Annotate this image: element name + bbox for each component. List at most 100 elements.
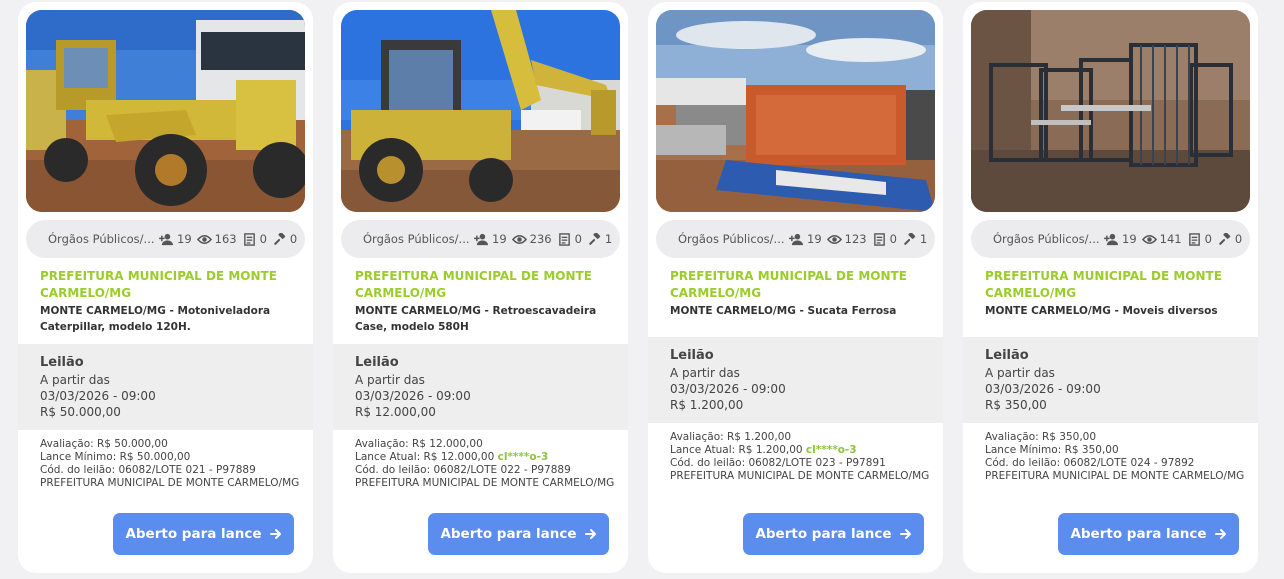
documents-stat[interactable]: 0: [1187, 232, 1212, 246]
button-label: Aberto para lance: [440, 526, 577, 542]
followers-count: 19: [492, 232, 507, 246]
auction-date: 03/03/2026 - 09:00: [355, 389, 471, 403]
auction-date: 03/03/2026 - 09:00: [985, 382, 1101, 396]
auction-price: R$ 50.000,00: [40, 405, 121, 419]
starts-label: A partir das: [670, 366, 740, 380]
followers-count: 19: [177, 232, 192, 246]
bids-stat: 1: [587, 232, 612, 246]
auction-code: Cód. do leilão: 06082/LOTE 023 - P97891: [670, 457, 886, 469]
lot-photo-motor-grader[interactable]: [26, 10, 305, 212]
documents-count: 0: [259, 232, 267, 246]
auction-price: R$ 12.000,00: [355, 405, 436, 419]
bid-row: Lance Atual: R$ 1.200,00 cl****o-3: [670, 444, 930, 457]
auction-info: Leilão A partir das 03/03/2026 - 09:00 R…: [963, 337, 1258, 423]
seller-name[interactable]: PREFEITURA MUNICIPAL DE MONTE CARMELO/MG: [40, 268, 290, 302]
bid-row: Lance Atual: R$ 12.000,00 cl****o-3: [355, 451, 615, 464]
auction-date: 03/03/2026 - 09:00: [40, 389, 156, 403]
views-count: 123: [844, 232, 867, 246]
auction-info: Leilão A partir das 03/03/2026 - 09:00 R…: [18, 344, 313, 430]
photo-furniture: [971, 10, 1250, 212]
lot-card-021[interactable]: Órgãos Públicos/... 19 163 0 0 PREFEITUR…: [18, 2, 313, 573]
auction-type: Leilão: [670, 348, 714, 363]
document-icon: [1188, 232, 1200, 246]
followers-stat[interactable]: 19: [159, 232, 192, 246]
documents-stat[interactable]: 0: [872, 232, 897, 246]
document-icon: [873, 232, 885, 246]
lot-description[interactable]: MONTE CARMELO/MG - Retroescavadeira Case…: [355, 303, 610, 335]
lot-details: Avaliação: R$ 1.200,00 Lance Atual: R$ 1…: [670, 431, 930, 483]
lot-owner: PREFEITURA MUNICIPAL DE MONTE CARMELO/MG: [40, 477, 300, 489]
current-bidder: cl****o-3: [497, 451, 549, 463]
bid-row: Lance Mínimo: R$ 350,00: [985, 444, 1245, 457]
photo-scrap-metal: [656, 10, 935, 212]
views-count: 163: [214, 232, 237, 246]
lot-description[interactable]: MONTE CARMELO/MG - Motoniveladora Caterp…: [40, 303, 295, 335]
bids-count: 1: [604, 232, 613, 246]
lot-meta-bar: Órgãos Públicos/... 19 123 0 1: [656, 220, 935, 258]
bids-stat: 0: [272, 232, 297, 246]
appraisal-value: Avaliação: R$ 50.000,00: [40, 438, 168, 450]
lot-meta-bar: Órgãos Públicos/... 19 163 0 0: [26, 220, 305, 258]
photo-backhoe: [341, 10, 620, 212]
open-for-bid-button[interactable]: Aberto para lance: [1058, 513, 1239, 555]
seller-name[interactable]: PREFEITURA MUNICIPAL DE MONTE CARMELO/MG: [355, 268, 605, 302]
views-stat: 163: [196, 232, 237, 246]
eye-icon: [196, 234, 212, 244]
category-label[interactable]: Órgãos Públicos/...: [363, 232, 469, 246]
lot-description[interactable]: MONTE CARMELO/MG - Moveis diversos: [985, 303, 1240, 319]
open-for-bid-button[interactable]: Aberto para lance: [743, 513, 924, 555]
arrow-right-icon: [899, 529, 911, 539]
auction-info: Leilão A partir das 03/03/2026 - 09:00 R…: [648, 337, 943, 423]
starts-label: A partir das: [355, 373, 425, 387]
lot-card-022[interactable]: Órgãos Públicos/... 19 236 0 1 PREFEITUR…: [333, 2, 628, 573]
views-stat: 141: [1141, 232, 1182, 246]
lot-card-024[interactable]: Órgãos Públicos/... 19 141 0 0 PREFEITUR…: [963, 2, 1258, 573]
bids-stat: 0: [1217, 232, 1242, 246]
followers-stat[interactable]: 19: [474, 232, 507, 246]
auction-date: 03/03/2026 - 09:00: [670, 382, 786, 396]
lot-photo-scrap-metal[interactable]: [656, 10, 935, 212]
seller-name[interactable]: PREFEITURA MUNICIPAL DE MONTE CARMELO/MG: [670, 268, 920, 302]
open-for-bid-button[interactable]: Aberto para lance: [113, 513, 294, 555]
user-plus-icon: [1104, 233, 1118, 245]
documents-count: 0: [1204, 232, 1212, 246]
followers-stat[interactable]: 19: [1104, 232, 1137, 246]
lot-photo-backhoe[interactable]: [341, 10, 620, 212]
button-label: Aberto para lance: [125, 526, 262, 542]
appraisal-value: Avaliação: R$ 350,00: [985, 431, 1097, 443]
gavel-icon: [1219, 232, 1231, 245]
documents-stat[interactable]: 0: [242, 232, 267, 246]
category-label[interactable]: Órgãos Públicos/...: [993, 232, 1099, 246]
bids-count: 1: [919, 232, 928, 246]
lot-card-023[interactable]: Órgãos Públicos/... 19 123 0 1 PREFEITUR…: [648, 2, 943, 573]
eye-icon: [511, 234, 527, 244]
auction-code: Cód. do leilão: 06082/LOTE 024 - 97892: [985, 457, 1195, 469]
current-bidder: cl****o-3: [805, 444, 857, 456]
seller-name[interactable]: PREFEITURA MUNICIPAL DE MONTE CARMELO/MG: [985, 268, 1235, 302]
lot-description[interactable]: MONTE CARMELO/MG - Sucata Ferrosa: [670, 303, 925, 319]
views-stat: 236: [511, 232, 552, 246]
lot-details: Avaliação: R$ 12.000,00 Lance Atual: R$ …: [355, 438, 615, 490]
lot-details: Avaliação: R$ 350,00 Lance Mínimo: R$ 35…: [985, 431, 1245, 483]
lot-photo-furniture[interactable]: [971, 10, 1250, 212]
lot-meta-bar: Órgãos Públicos/... 19 236 0 1: [341, 220, 620, 258]
category-label[interactable]: Órgãos Públicos/...: [48, 232, 154, 246]
lot-owner: PREFEITURA MUNICIPAL DE MONTE CARMELO/MG: [985, 470, 1245, 482]
documents-count: 0: [889, 232, 897, 246]
bid-label: Lance Mínimo: R$ 50.000,00: [40, 451, 191, 463]
gavel-icon: [904, 232, 916, 245]
document-icon: [558, 232, 570, 246]
user-plus-icon: [474, 233, 488, 245]
eye-icon: [826, 234, 842, 244]
appraisal-value: Avaliação: R$ 12.000,00: [355, 438, 483, 450]
documents-stat[interactable]: 0: [557, 232, 582, 246]
bids-count: 0: [1234, 232, 1243, 246]
open-for-bid-button[interactable]: Aberto para lance: [428, 513, 609, 555]
gavel-icon: [589, 232, 601, 245]
followers-stat[interactable]: 19: [789, 232, 822, 246]
eye-icon: [1141, 234, 1157, 244]
button-label: Aberto para lance: [1070, 526, 1207, 542]
bid-label: Lance Mínimo: R$ 350,00: [985, 444, 1119, 456]
category-label[interactable]: Órgãos Públicos/...: [678, 232, 784, 246]
gavel-icon: [274, 232, 286, 245]
